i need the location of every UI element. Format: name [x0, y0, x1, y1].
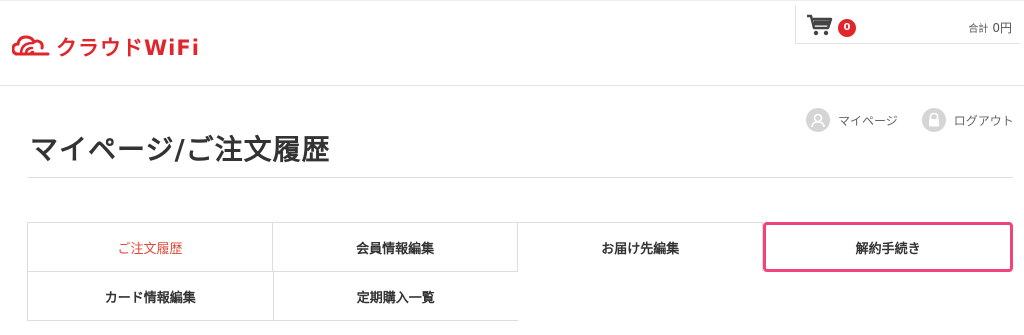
title-divider — [28, 177, 1013, 178]
mypage-menu: ご注文履歴 会員情報編集 お届け先編集 解約手続き カード情報編集 定期購入一覧 — [27, 222, 1013, 321]
cart-summary[interactable]: 0 合計 0円 — [795, 5, 1020, 44]
menu-card-info-edit[interactable]: カード情報編集 — [27, 271, 274, 321]
cloud-wifi-icon — [11, 32, 52, 62]
menu-empty-cell — [763, 271, 1010, 321]
brand-logo[interactable]: クラウドWiFi — [11, 32, 200, 62]
cart-total-value: 0円 — [992, 21, 1012, 35]
menu-empty-cell — [518, 271, 765, 321]
page-title: マイページ/ご注文履歴 — [30, 133, 331, 166]
cart-total-label: 合計 — [968, 24, 989, 35]
menu-delivery-address-edit[interactable]: お届け先編集 — [517, 222, 764, 272]
lock-icon — [921, 108, 946, 132]
site-header: クラウドWiFi 0 合計 0円 — [0, 0, 1024, 86]
cart-total: 合計 0円 — [968, 19, 1012, 36]
cart-icon[interactable] — [806, 13, 834, 41]
menu-row: ご注文履歴 会員情報編集 お届け先編集 解約手続き — [27, 222, 1013, 272]
cart-count-badge: 0 — [838, 19, 856, 37]
mypage-link[interactable]: マイページ — [806, 108, 898, 132]
logout-link-label: ログアウト — [953, 113, 1014, 128]
menu-order-history[interactable]: ご注文履歴 — [27, 222, 274, 272]
mypage-link-label: マイページ — [838, 113, 898, 128]
brand-name: クラウドWiFi — [56, 36, 200, 60]
menu-member-info-edit[interactable]: 会員情報編集 — [272, 222, 519, 272]
menu-subscription-list[interactable]: 定期購入一覧 — [272, 271, 519, 321]
user-icon — [806, 108, 830, 132]
user-links: マイページ ログアウト — [806, 108, 1014, 132]
menu-cancellation[interactable]: 解約手続き — [763, 222, 1013, 272]
logout-link[interactable]: ログアウト — [921, 108, 1014, 132]
menu-row: カード情報編集 定期購入一覧 — [27, 271, 1013, 321]
